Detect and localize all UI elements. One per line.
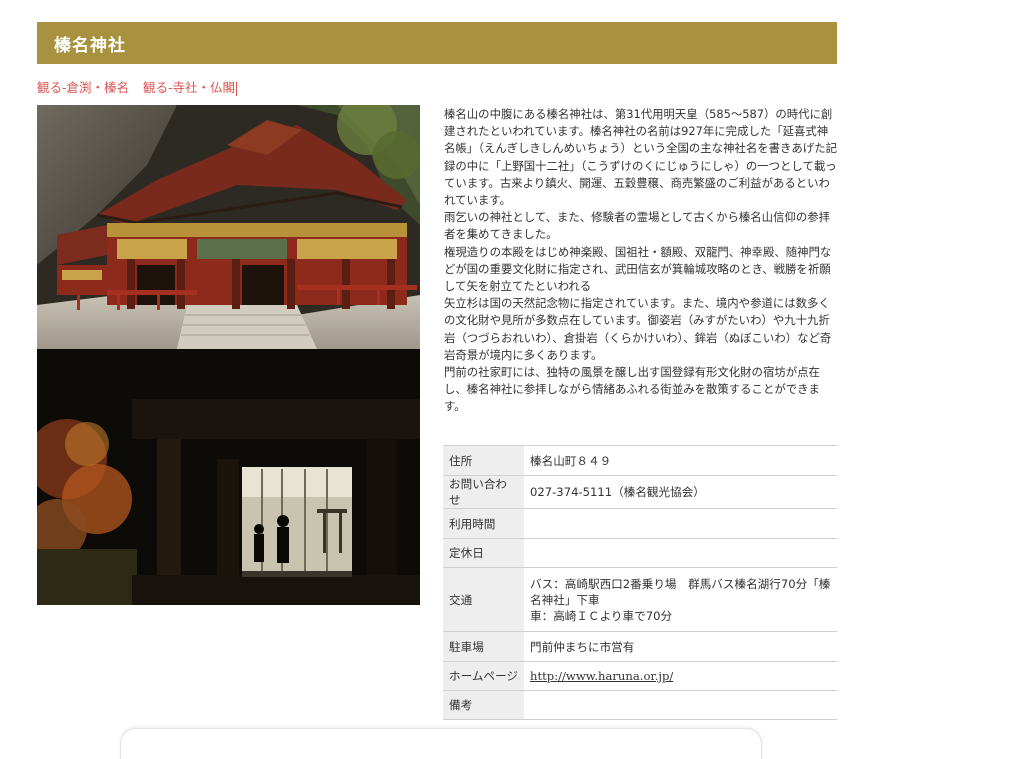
description-paragraph: 矢立杉は国の天然記念物に指定されています。また、境内や参道には数多くの文化財や見… xyxy=(444,296,832,362)
shrine-main-hall-photo xyxy=(37,105,420,349)
info-label: 交通 xyxy=(443,567,524,632)
info-table: 住所 榛名山町８４９ お問い合わせ 027-374-5111（榛名観光協会） 利… xyxy=(443,445,837,720)
page-title-bar: 榛名神社 xyxy=(37,22,837,64)
info-row-hours: 利用時間 xyxy=(443,508,837,539)
page-title: 榛名神社 xyxy=(54,35,126,56)
info-row-notes: 備考 xyxy=(443,690,837,720)
description: 榛名山の中腹にある榛名神社は、第31代用明天皇（585〜587）の時代に創建され… xyxy=(444,106,837,416)
info-label: 定休日 xyxy=(443,538,524,568)
access-line-bus: バス：高崎駅西口2番乗り場 群馬バス榛名湖行70分「榛名神社」下車 xyxy=(530,576,831,607)
shrine-gate-illustration xyxy=(37,349,420,605)
info-row-closed: 定休日 xyxy=(443,538,837,568)
info-row-contact: お問い合わせ 027-374-5111（榛名観光協会） xyxy=(443,475,837,509)
info-row-access: 交通 バス：高崎駅西口2番乗り場 群馬バス榛名湖行70分「榛名神社」下車 車：高… xyxy=(443,567,837,632)
description-paragraph: 雨乞いの神社として、また、修験者の霊場として古くから榛名山信仰の参拝者を集めてき… xyxy=(444,210,831,242)
footer-panel-edge xyxy=(120,728,762,759)
info-value-access: バス：高崎駅西口2番乗り場 群馬バス榛名湖行70分「榛名神社」下車 車：高崎ＩＣ… xyxy=(524,567,837,632)
shrine-main-hall-illustration xyxy=(37,105,420,349)
info-value-hours xyxy=(524,508,837,539)
shrine-gate-silhouette-photo xyxy=(37,349,420,605)
info-value-closed xyxy=(524,538,837,568)
description-paragraph: 榛名山の中腹にある榛名神社は、第31代用明天皇（585〜587）の時代に創建され… xyxy=(444,107,837,208)
category-links: 観る-倉渕・榛名 観る-寺社・仏閣 xyxy=(37,77,238,96)
info-value-parking: 門前仲まちに市営有 xyxy=(524,631,837,662)
info-label: 利用時間 xyxy=(443,508,524,539)
description-paragraph: 権現造りの本殿をはじめ神楽殿、国祖社・額殿、双龍門、神幸殿、随神門などが国の重要… xyxy=(444,244,832,294)
category-link-temples-shrines[interactable]: 観る-寺社・仏閣 xyxy=(143,80,235,95)
info-label: 駐車場 xyxy=(443,631,524,662)
info-value-address: 榛名山町８４９ xyxy=(524,445,837,476)
description-paragraph: 門前の社家町には、独特の風景を醸し出す国登録有形文化財の宿坊が点在し、榛名神社に… xyxy=(444,365,820,414)
info-value-contact: 027-374-5111（榛名観光協会） xyxy=(524,475,837,509)
text-cursor xyxy=(236,81,238,96)
info-row-address: 住所 榛名山町８４９ xyxy=(443,445,837,476)
info-label: ホームページ xyxy=(443,661,524,691)
info-value-notes xyxy=(524,690,837,720)
access-line-car: 車：高崎ＩＣより車で70分 xyxy=(530,608,673,623)
homepage-link[interactable]: http://www.haruna.or.jp/ xyxy=(530,669,673,683)
info-label: 住所 xyxy=(443,445,524,476)
category-link-kurabuchi-haruna[interactable]: 観る-倉渕・榛名 xyxy=(37,80,129,95)
info-row-parking: 駐車場 門前仲まちに市営有 xyxy=(443,631,837,662)
info-label: お問い合わせ xyxy=(443,475,524,509)
info-row-homepage: ホームページ http://www.haruna.or.jp/ xyxy=(443,661,837,691)
info-label: 備考 xyxy=(443,690,524,720)
info-value-homepage: http://www.haruna.or.jp/ xyxy=(524,661,837,691)
